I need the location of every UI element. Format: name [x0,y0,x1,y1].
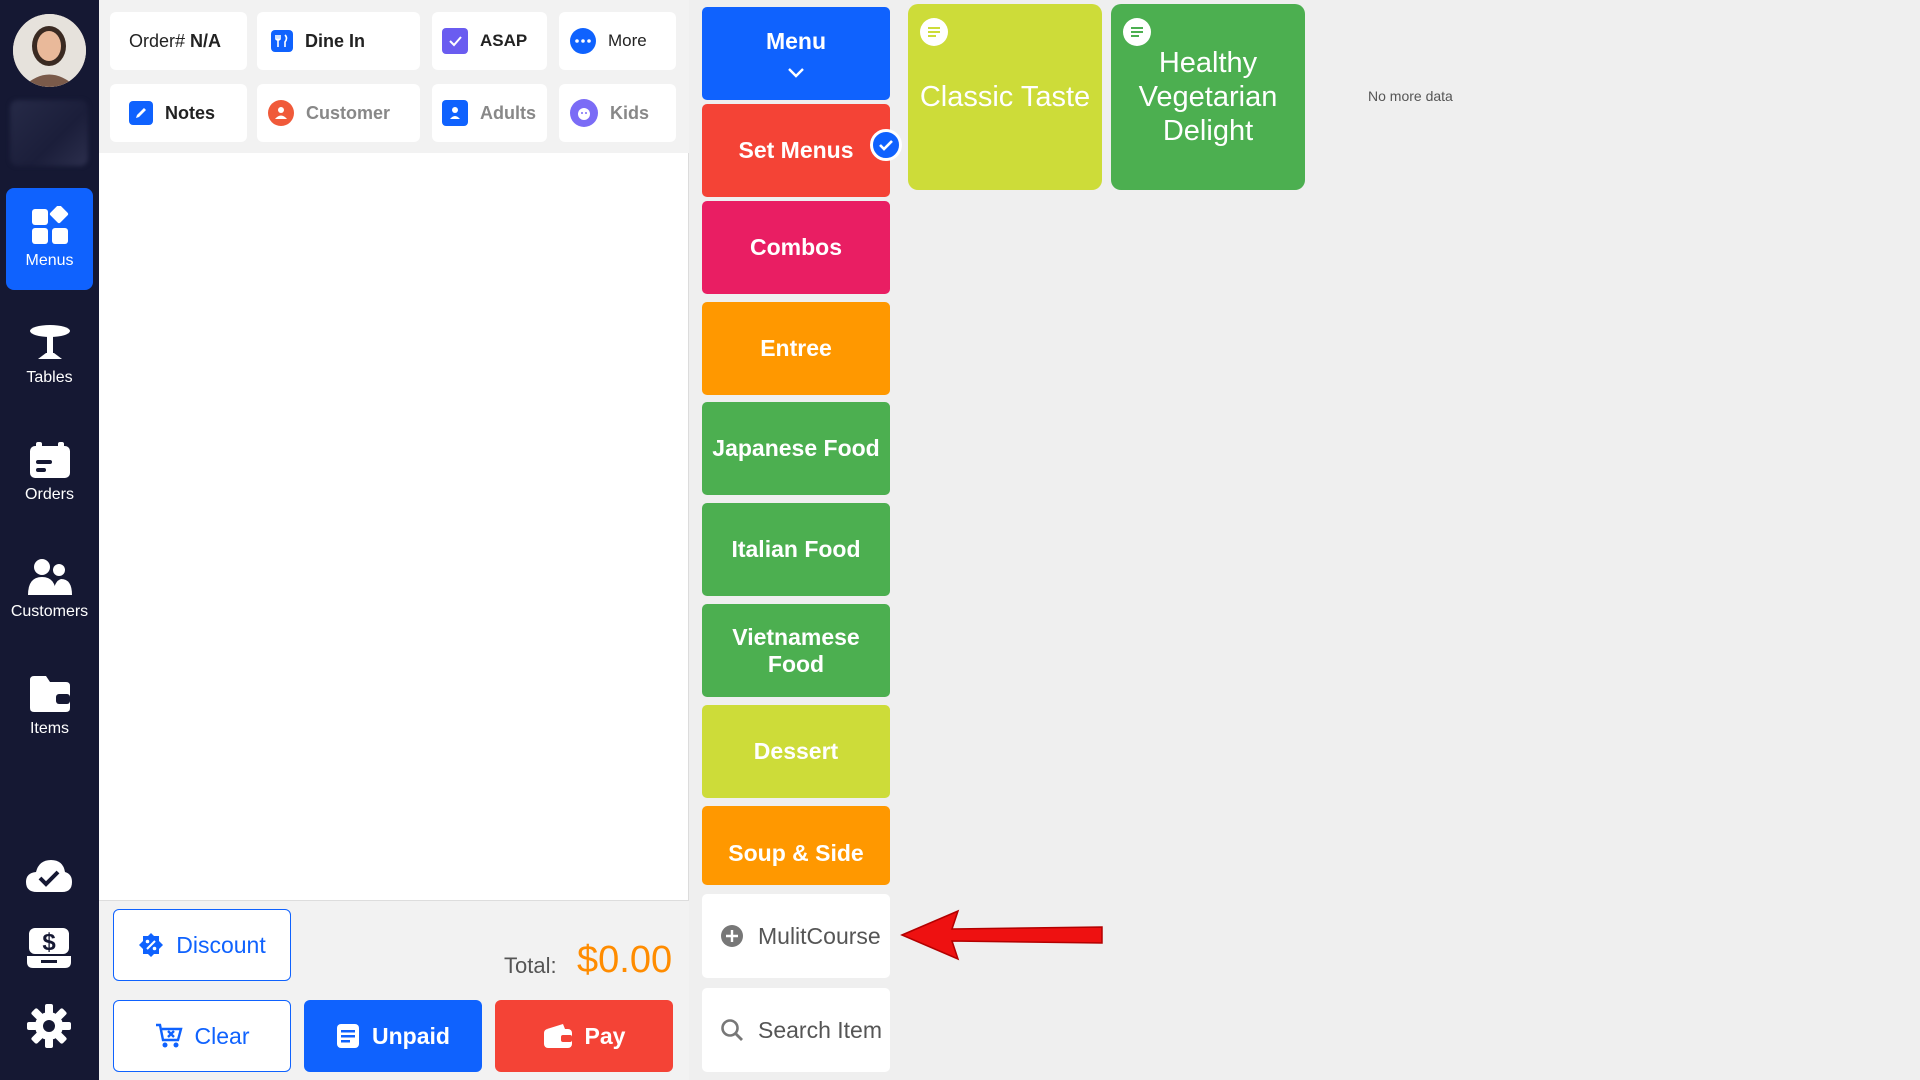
red-arrow-annotation [900,909,1103,961]
item-card-label: Classic Taste [919,81,1091,113]
nav-tables-label: Tables [26,369,73,386]
kids-label: Kids [610,102,650,123]
order-number-chip[interactable]: Order# N/A [110,12,247,70]
clear-button[interactable]: Clear [113,1000,291,1072]
nav-customers-label: Customers [10,603,89,620]
category-menu-label: Menu [765,28,827,54]
nav-items-label: Items [29,720,70,737]
asap-label: ASAP [480,31,528,50]
item-card-healthy-vegetarian-delight[interactable]: Healthy Vegetarian Delight [1111,4,1305,190]
notes-label: Notes [165,102,216,123]
wallet-icon [543,1024,572,1048]
nav-orders[interactable]: Orders [6,422,93,524]
nav-rail: Menus Tables Orders Customers Items $ [0,0,99,1080]
multicourse-button[interactable]: MulitCourse [702,894,890,978]
item-note-icon [1123,18,1151,46]
dine-in-label: Dine In [305,30,366,51]
discount-button[interactable]: Discount [113,909,291,981]
customer-chip[interactable]: Customer [257,84,420,142]
order-panel: Order# N/A Dine In ASAP More Notes Custo… [99,0,689,1080]
asap-chip[interactable]: ASAP [432,12,547,70]
nav-tables[interactable]: Tables [6,305,93,407]
category-set-menus[interactable]: Set Menus [702,104,890,197]
edit-note-icon [129,101,153,125]
order-number-value: N/A [190,30,222,51]
total-value: $0.00 [577,939,673,981]
search-icon [721,1019,743,1041]
category-italian-food[interactable]: Italian Food [702,503,890,596]
adults-chip[interactable]: Adults [432,84,547,142]
multicourse-label: MulitCourse [758,922,881,949]
avatar[interactable] [13,14,86,87]
items-icon [29,676,70,712]
gear-icon[interactable] [25,1002,73,1050]
nav-menus-label: Menus [25,252,74,269]
notes-chip[interactable]: Notes [110,84,247,142]
category-vietnamese-food-label: Vietnamese Food [732,623,860,677]
category-column: Menu Set Menus Combos Entree Japanese Fo… [700,0,902,1080]
search-item-button[interactable]: Search Item [702,988,890,1072]
nav-orders-label: Orders [25,486,74,503]
nav-customers[interactable]: Customers [6,539,93,641]
order-number-label: Order# [129,30,186,51]
pay-button[interactable]: Pay [495,1000,673,1072]
category-italian-food-label: Italian Food [731,536,861,562]
discount-badge-icon [139,933,164,957]
item-card-label: Healthy Vegetarian Delight [1138,47,1278,147]
no-more-data-text: No more data [1368,88,1453,104]
cloud-check-icon[interactable] [25,858,73,894]
unpaid-label: Unpaid [372,1022,450,1049]
more-dots-icon [570,28,596,54]
cash-drawer-icon[interactable]: $ [25,926,73,970]
customers-icon [27,559,72,595]
more-chip[interactable]: More [559,12,676,70]
category-soup-side[interactable]: Soup & Side [702,806,890,885]
adults-label: Adults [480,102,536,123]
category-japanese-food[interactable]: Japanese Food [702,402,890,495]
table-icon [29,325,70,359]
total-label: Total: [504,953,557,978]
order-header: Order# N/A Dine In ASAP More Notes Custo… [99,0,689,153]
category-entree-label: Entree [760,335,832,361]
item-card-classic-taste[interactable]: Classic Taste [908,4,1102,190]
kid-face-icon [570,99,598,127]
orders-icon [29,442,70,478]
category-combos-label: Combos [750,234,842,260]
order-footer: Discount Total: $0.00 Clear Unpaid Pay [99,900,689,1080]
nav-items[interactable]: Items [6,656,93,758]
category-vietnamese-food[interactable]: Vietnamese Food [702,604,890,697]
plus-circle-icon [721,925,743,947]
category-menu[interactable]: Menu [702,7,890,100]
category-japanese-food-label: Japanese Food [712,435,880,461]
pay-label: Pay [584,1022,626,1049]
item-note-icon [920,18,948,46]
receipt-icon [337,1024,360,1048]
dine-in-chip[interactable]: Dine In [257,12,420,70]
clear-label: Clear [194,1022,250,1049]
store-logo [10,100,88,166]
fork-knife-icon [271,30,293,52]
category-dessert-label: Dessert [753,738,839,764]
nav-menus[interactable]: Menus [6,188,93,290]
calendar-check-icon [442,28,468,54]
kids-chip[interactable]: Kids [559,84,676,142]
svg-text:$: $ [42,929,56,956]
more-label: More [608,31,647,50]
cart-clear-icon [155,1023,183,1048]
category-dessert[interactable]: Dessert [702,705,890,798]
category-soup-side-label: Soup & Side [728,840,864,866]
unpaid-button[interactable]: Unpaid [304,1000,482,1072]
customer-label: Customer [306,102,391,123]
selected-check-icon [870,129,902,161]
search-item-label: Search Item [758,1016,882,1043]
customer-icon [268,100,294,126]
category-set-menus-label: Set Menus [738,137,854,163]
chevron-down-icon [788,68,804,78]
category-entree[interactable]: Entree [702,302,890,395]
category-combos[interactable]: Combos [702,201,890,294]
adult-icon [442,100,468,126]
grid-icon [31,206,68,244]
discount-label: Discount [176,931,266,958]
